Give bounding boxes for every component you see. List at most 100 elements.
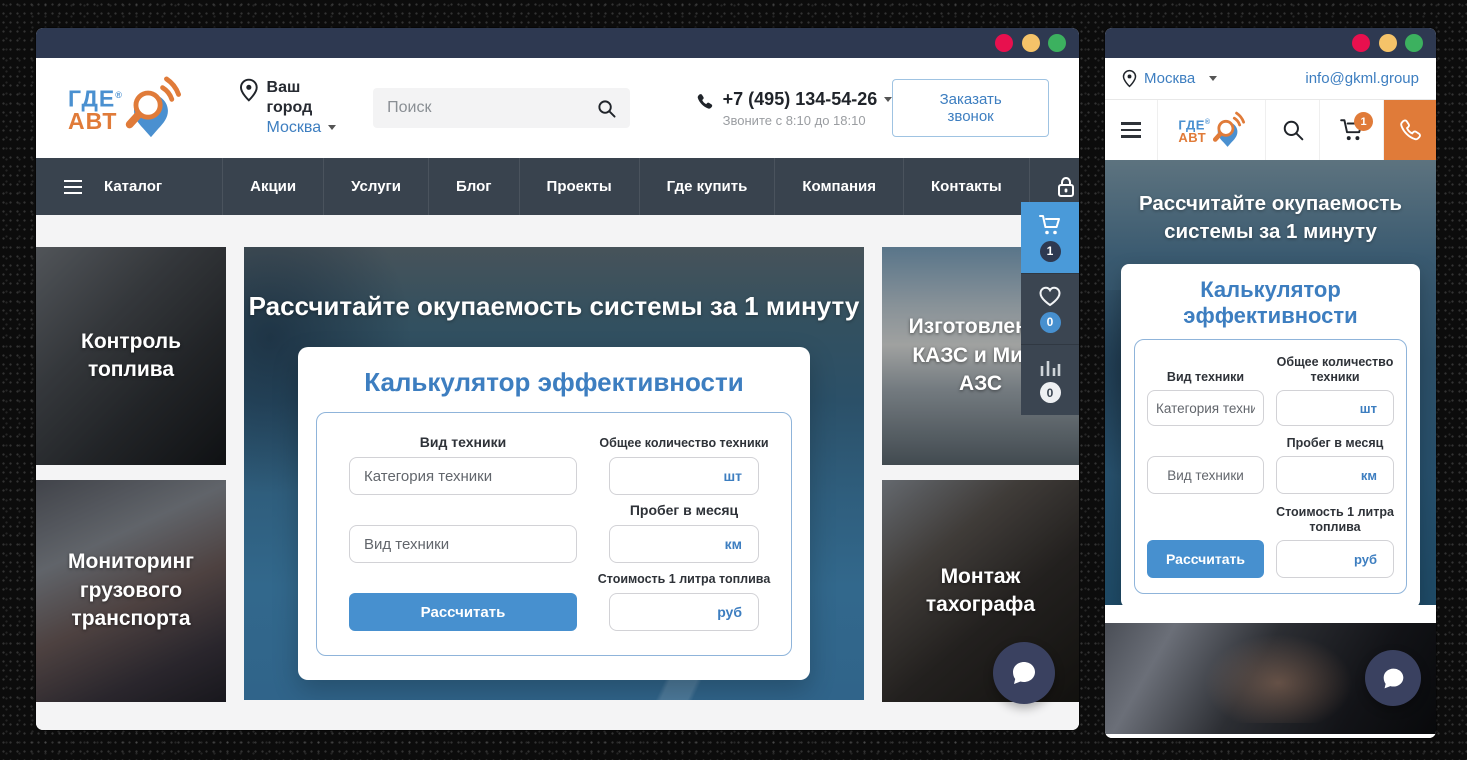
mobile-logo[interactable]: ГДЕ® АВТ xyxy=(1157,100,1265,160)
fuel-cost-input[interactable]: руб xyxy=(1276,540,1394,578)
cart-count-badge: 1 xyxy=(1040,241,1061,262)
nav-company[interactable]: Компания xyxy=(774,158,903,215)
tile-cargo-monitoring[interactable]: Мониторинг грузового транспорта xyxy=(36,480,226,702)
window-close-dot[interactable] xyxy=(995,34,1013,52)
callback-button[interactable]: Заказать звонок xyxy=(892,79,1049,137)
mileage-input[interactable]: км xyxy=(1276,456,1394,494)
vehicle-input[interactable] xyxy=(1147,456,1264,494)
logo-pin-magnifier-icon xyxy=(119,75,181,141)
logo-pin-magnifier-icon xyxy=(1211,110,1245,150)
compare-widget[interactable]: 0 xyxy=(1021,344,1079,415)
search-icon[interactable] xyxy=(597,99,616,118)
mileage-label: Пробег в месяц xyxy=(1276,426,1394,456)
mobile-call-button[interactable] xyxy=(1383,100,1436,160)
section-gap xyxy=(1105,605,1436,623)
floating-widgets: 1 0 0 xyxy=(1021,202,1079,415)
hero-title: Рассчитайте окупаемость системы за 1 мин… xyxy=(1131,190,1411,246)
chat-button[interactable] xyxy=(993,642,1055,704)
city-selector[interactable]: Ваш город Москва xyxy=(239,78,349,138)
location-pin-icon xyxy=(239,78,259,102)
search-box xyxy=(373,88,630,128)
chat-button[interactable] xyxy=(1365,650,1421,706)
chevron-down-icon xyxy=(328,125,336,130)
mobile-hero-banner: Рассчитайте окупаемость системы за 1 мин… xyxy=(1105,160,1436,605)
city-value[interactable]: Москва xyxy=(267,118,350,138)
window-maximize-dot[interactable] xyxy=(1405,34,1423,52)
phone-hours: Звоните с 8:10 до 18:10 xyxy=(723,113,893,128)
category-input[interactable] xyxy=(349,457,577,495)
calculate-button[interactable]: Рассчитать xyxy=(1147,540,1264,578)
window-minimize-dot[interactable] xyxy=(1022,34,1040,52)
nav-blog[interactable]: Блог xyxy=(428,158,519,215)
bar-chart-icon xyxy=(1038,357,1062,377)
mobile-topbar: Москва info@gkml.group xyxy=(1105,58,1436,100)
mobile-city-selector[interactable]: Москва xyxy=(1122,69,1217,88)
hero-banner: Рассчитайте окупаемость системы за 1 мин… xyxy=(244,247,864,700)
cart-widget[interactable]: 1 xyxy=(1021,202,1079,273)
email-link[interactable]: info@gkml.group xyxy=(1305,70,1419,87)
location-pin-icon xyxy=(1122,69,1137,88)
logo-text: ГДЕ® АВТ xyxy=(68,84,123,132)
nav-contacts[interactable]: Контакты xyxy=(903,158,1029,215)
calculator-title: Калькулятор эффективности xyxy=(1121,277,1420,329)
quantity-label: Общее количество техники xyxy=(1276,346,1394,390)
chevron-down-icon xyxy=(884,97,892,102)
site-header: ГДЕ® АВТ Ваш город Мо xyxy=(36,58,1079,158)
calculator-card: Калькулятор эффективности Вид техники Ра… xyxy=(1121,264,1420,605)
logo-text: ГДЕ® АВТ xyxy=(1178,116,1210,144)
bottom-strip xyxy=(1105,734,1436,738)
quantity-input[interactable]: шт xyxy=(609,457,759,495)
mobile-titlebar xyxy=(1105,28,1436,58)
lock-icon xyxy=(1056,175,1076,199)
window-minimize-dot[interactable] xyxy=(1379,34,1397,52)
search-icon xyxy=(1282,119,1304,141)
mobile-fuel-photo xyxy=(1105,623,1436,734)
hamburger-icon xyxy=(64,180,82,194)
favorites-count-badge: 0 xyxy=(1040,312,1061,333)
mileage-input[interactable]: км xyxy=(609,525,759,563)
tile-fuel-control[interactable]: Контроль топлива xyxy=(36,247,226,465)
mobile-header: ГДЕ® АВТ xyxy=(1105,100,1436,160)
window-close-dot[interactable] xyxy=(1352,34,1370,52)
quantity-input[interactable]: шт xyxy=(1276,390,1394,426)
fuel-cost-label: Стоимость 1 литра топлива xyxy=(1276,494,1394,540)
favorites-widget[interactable]: 0 xyxy=(1021,273,1079,344)
desktop-window: ГДЕ® АВТ Ваш город Мо xyxy=(36,28,1079,730)
window-maximize-dot[interactable] xyxy=(1048,34,1066,52)
hero-title: Рассчитайте окупаемость системы за 1 мин… xyxy=(244,291,864,322)
desktop-titlebar xyxy=(36,28,1079,58)
nav-promos[interactable]: Акции xyxy=(222,158,323,215)
vehicle-type-label: Вид техники xyxy=(1147,346,1264,390)
chat-bubble-icon xyxy=(1381,666,1406,691)
nav-where-to-buy[interactable]: Где купить xyxy=(639,158,775,215)
phone-icon xyxy=(1399,119,1421,141)
calculator-card: Калькулятор эффективности Вид техники Ра… xyxy=(298,347,810,680)
phone-icon xyxy=(696,93,713,110)
search-input[interactable] xyxy=(387,99,597,117)
calculate-button[interactable]: Рассчитать xyxy=(349,593,577,631)
nav-services[interactable]: Услуги xyxy=(323,158,428,215)
calculator-form: Вид техники Рассчитать Общее количество … xyxy=(1134,339,1407,594)
page-content: Контроль топлива Мониторинг грузового тр… xyxy=(36,215,1079,730)
calculator-title: Калькулятор эффективности xyxy=(298,367,810,398)
fuel-cost-input[interactable]: руб xyxy=(609,593,759,631)
main-nav: Каталог Акции Услуги Блог Проекты Где ку… xyxy=(36,158,1079,215)
chat-bubble-icon xyxy=(1010,659,1038,687)
mobile-window: Москва info@gkml.group ГДЕ® АВТ xyxy=(1105,28,1436,738)
phone-number[interactable]: +7 (495) 134-54-26 xyxy=(723,89,893,110)
site-logo[interactable]: ГДЕ® АВТ xyxy=(68,75,181,141)
vehicle-input[interactable] xyxy=(349,525,577,563)
mobile-cart-button[interactable]: 1 xyxy=(1319,100,1383,160)
nav-projects[interactable]: Проекты xyxy=(519,158,639,215)
nav-catalog[interactable]: Каталог xyxy=(36,158,222,215)
cart-count-badge: 1 xyxy=(1354,112,1373,131)
category-input[interactable] xyxy=(1147,390,1264,426)
mobile-search-button[interactable] xyxy=(1265,100,1319,160)
compare-count-badge: 0 xyxy=(1040,382,1061,403)
chevron-down-icon xyxy=(1209,76,1217,81)
cart-icon xyxy=(1038,214,1062,236)
fuel-cost-label: Стоимость 1 литра топлива xyxy=(609,563,759,593)
heart-icon xyxy=(1038,286,1062,307)
mobile-menu-button[interactable] xyxy=(1105,100,1157,160)
quantity-label: Общее количество техники xyxy=(609,429,759,457)
